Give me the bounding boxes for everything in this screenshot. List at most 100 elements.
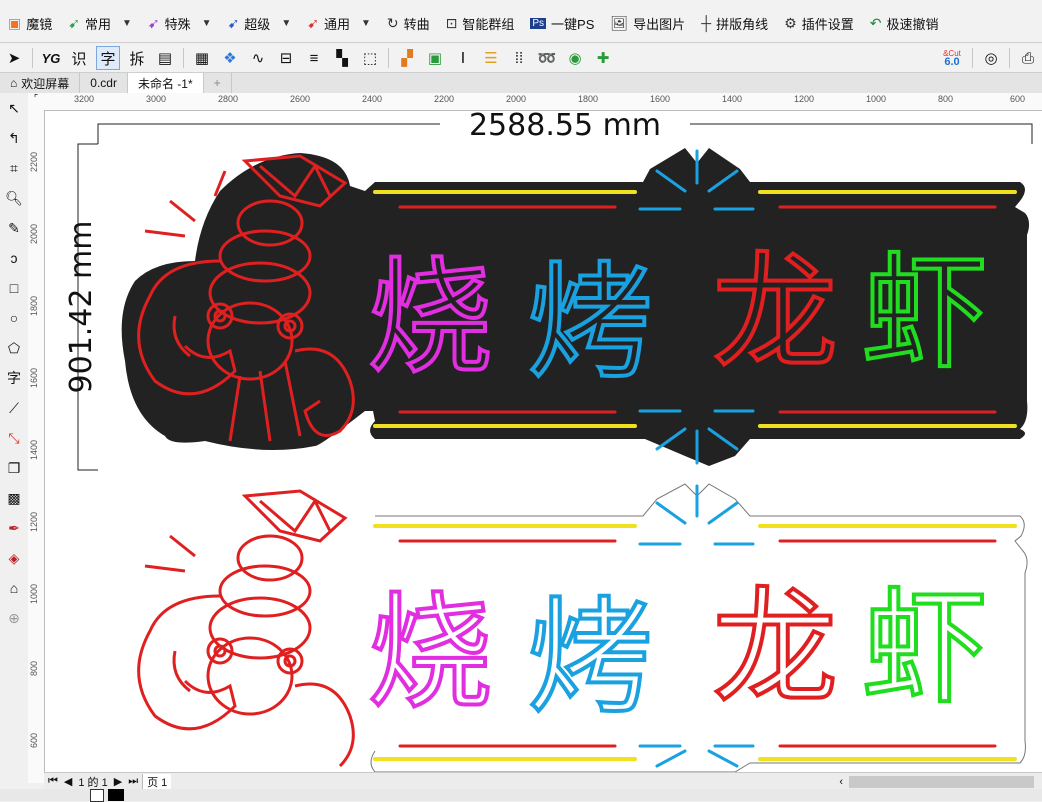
lobster-drawing-bottom: [137, 489, 355, 768]
tab-1[interactable]: 0.cdr: [80, 73, 128, 93]
horizontal-scrollbar[interactable]: [849, 775, 1034, 788]
menu-item-0[interactable]: ▣ 魔镜: [0, 10, 60, 36]
horizontal-ruler[interactable]: 3200 3000 2800 2600 2400 2200 2000 1800 1600 1400…: [44, 93, 1042, 111]
separator: [388, 48, 389, 68]
add-tool-icon[interactable]: ⊕: [0, 603, 28, 633]
no-fill-swatch[interactable]: [90, 789, 104, 802]
dropdown-caret-icon[interactable]: ▼: [202, 18, 212, 29]
cut-version-badge[interactable]: &Cut 6.0: [939, 47, 965, 69]
menu-item-10[interactable]: ⚙ 插件设置: [776, 10, 862, 36]
neon-sign-top[interactable]: 烧 烤 龙 虾: [121, 148, 1030, 466]
puzzle-icon[interactable]: ✚: [592, 47, 614, 69]
menu-item-6[interactable]: ⊡ 智能群组: [438, 10, 523, 36]
text-tool-icon[interactable]: 字: [0, 363, 28, 393]
pointer-tool-icon[interactable]: ➤: [3, 47, 25, 69]
recognize-button[interactable]: 识: [68, 47, 90, 69]
eyedropper-tool-icon[interactable]: ✒: [0, 513, 28, 543]
menu-item-3[interactable]: ➹ 超级 ▼: [220, 10, 300, 36]
select-frame-icon[interactable]: ⬚: [359, 47, 381, 69]
copy-icon[interactable]: ▤: [154, 47, 176, 69]
tab-0[interactable]: ⌂ 欢迎屏幕: [0, 73, 81, 93]
first-page-icon[interactable]: ⏮: [44, 775, 62, 788]
zoom-tool-icon[interactable]: 🔍︎: [0, 183, 28, 213]
text-button[interactable]: 字: [96, 46, 120, 70]
home-icon: ⌂: [10, 76, 18, 90]
separator: [183, 48, 184, 68]
polygon-tool-icon[interactable]: ⬠: [0, 333, 28, 363]
tab-label: 未命名 -1*: [137, 76, 193, 91]
ruler-tick: 2200: [29, 151, 39, 172]
connector-tool-icon[interactable]: ⤡: [0, 423, 28, 453]
wave-icon[interactable]: ∿: [247, 47, 269, 69]
black-fill-swatch[interactable]: [108, 789, 124, 801]
image-icon[interactable]: ▣: [424, 47, 446, 69]
table-icon[interactable]: ▦: [191, 47, 213, 69]
ruler-tick: 1200: [794, 94, 815, 104]
gradient-icon[interactable]: ◉: [564, 47, 586, 69]
ruler-tick: 2400: [362, 94, 383, 104]
green-arrow-icon: ➹: [68, 14, 80, 31]
char-xia-bottom: 虾: [863, 576, 988, 721]
rectangle-tool-icon[interactable]: □: [0, 273, 28, 303]
menu-item-9[interactable]: ┼ 拼版角线: [693, 10, 776, 36]
ruler-tick: 1800: [29, 295, 39, 316]
shape-tool-icon[interactable]: ↰: [0, 123, 28, 153]
align-icon[interactable]: ⊟: [275, 47, 297, 69]
transparency-tool-icon[interactable]: ▩: [0, 483, 28, 513]
layout-icon[interactable]: ▚: [331, 47, 353, 69]
red-arrow-icon: ➹: [307, 14, 319, 31]
version-label: 6.0: [944, 56, 960, 68]
menu-item-label: 插件设置: [801, 16, 854, 32]
fill-tool-icon[interactable]: ◈: [0, 543, 28, 573]
height-dimension-text: 901.42 mm: [64, 221, 99, 394]
lines-icon[interactable]: ≡: [303, 47, 325, 69]
freehand-tool-icon[interactable]: ✎: [0, 213, 28, 243]
tab-2[interactable]: 未命名 -1*: [127, 73, 204, 93]
text-frame-icon[interactable]: Ⅰ: [452, 47, 474, 69]
ellipse-tool-icon[interactable]: ○: [0, 303, 28, 333]
tab-label: 欢迎屏幕: [21, 76, 70, 91]
pattern-icon[interactable]: ❖: [219, 47, 241, 69]
arrange-icon[interactable]: ▞: [396, 47, 418, 69]
dropdown-caret-icon[interactable]: ▼: [361, 18, 371, 29]
print-icon[interactable]: ⎙: [1017, 47, 1039, 69]
ruler-tick: 600: [1010, 94, 1026, 104]
page-tab[interactable]: 页 1: [142, 773, 172, 790]
prev-page-icon[interactable]: ◀: [62, 775, 74, 788]
ruler-tick: 3000: [146, 94, 167, 104]
menu-item-7[interactable]: Ps 一键PS: [522, 10, 602, 36]
crop-tool-icon[interactable]: ⌗: [0, 153, 28, 183]
menu-item-11[interactable]: ↶ 极速撤销: [862, 10, 947, 36]
drawing-canvas[interactable]: 2588.55 mm 901.42 mm 烧 烤 龙 虾 烧 烤 龙 虾: [45, 111, 1042, 772]
menu-item-4[interactable]: ➹ 通用 ▼: [299, 10, 379, 36]
pick-tool-icon[interactable]: ↖: [0, 93, 28, 123]
smart-fill-icon[interactable]: ⌂: [0, 573, 28, 603]
menu-item-label: 导出图片: [633, 16, 686, 32]
menu-item-8[interactable]: 🖼︎ 导出图片: [602, 10, 693, 36]
next-page-icon[interactable]: ▶: [112, 775, 124, 788]
ruler-tick: 800: [29, 660, 39, 676]
dropdown-caret-icon[interactable]: ▼: [122, 18, 132, 29]
menu-item-2[interactable]: ➹ 特殊 ▼: [140, 10, 220, 36]
dropdown-caret-icon[interactable]: ▼: [281, 18, 291, 29]
new-tab-button[interactable]: +: [204, 73, 232, 93]
yg-button[interactable]: YG: [40, 47, 62, 69]
scroll-left-icon[interactable]: ‹: [833, 776, 849, 788]
list-icon[interactable]: ☰: [480, 47, 502, 69]
sign-characters-bottom: 烧 烤 龙 虾: [366, 574, 990, 733]
circles-icon[interactable]: ◎: [980, 47, 1002, 69]
shadow-tool-icon[interactable]: ❐: [0, 453, 28, 483]
crop-marks-icon: ┼: [701, 15, 712, 31]
dimension-tool-icon[interactable]: ⟋: [0, 393, 28, 423]
menu-item-5[interactable]: ↻ 转曲: [379, 10, 438, 36]
last-page-icon[interactable]: ⏭: [124, 775, 142, 788]
magic-icon[interactable]: ➿: [536, 47, 558, 69]
grid-dots-icon[interactable]: ⁞⁞: [508, 47, 530, 69]
artistic-media-icon[interactable]: ↄ: [0, 243, 28, 273]
menu-item-label: 一键PS: [551, 16, 595, 32]
neon-sign-bottom[interactable]: 烧 烤 龙 虾: [137, 483, 1028, 772]
vertical-ruler[interactable]: 2200 2000 1800 1600 1400 1200 1000 800 600: [28, 110, 45, 783]
ruler-corner[interactable]: ⌜: [28, 93, 45, 111]
menu-item-1[interactable]: ➹ 常用 ▼: [60, 10, 140, 36]
split-button[interactable]: 拆: [126, 47, 148, 69]
